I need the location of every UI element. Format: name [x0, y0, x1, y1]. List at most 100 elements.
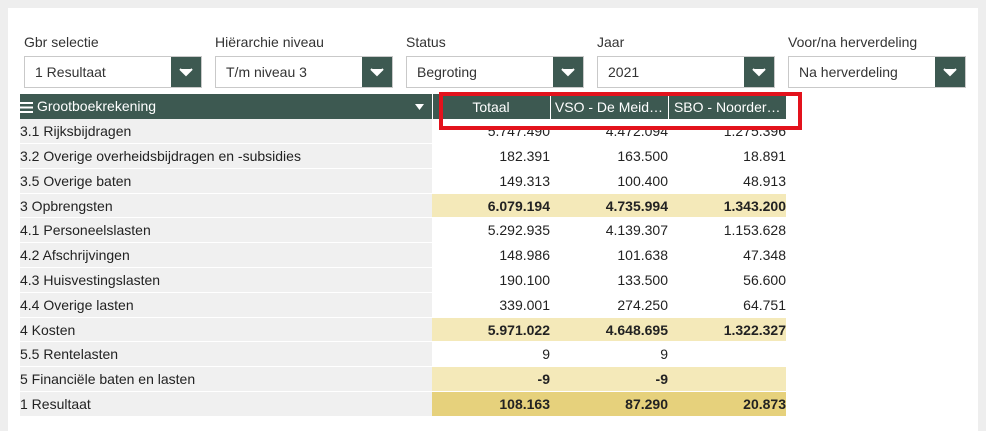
- select-value: Na herverdeling: [799, 64, 898, 80]
- chevron-down-icon: [370, 68, 384, 77]
- filter-label: Jaar: [597, 34, 625, 50]
- row-label: 3.1 Rijksbijdragen: [20, 118, 432, 145]
- row-label: 3 Opbrengsten: [20, 193, 432, 219]
- cell-value: 182.391: [432, 143, 550, 169]
- filter-hierarchie-niveau: Hiërarchie niveau T/m niveau 3: [215, 32, 395, 88]
- cell-value: 1.153.628: [668, 217, 786, 244]
- dropdown-button[interactable]: [935, 57, 965, 87]
- cell-value: 20.873: [668, 391, 786, 417]
- cell-value: 4.648.695: [550, 317, 668, 343]
- table-row: 3.2 Overige overheidsbijdragen en -subsi…: [20, 143, 786, 169]
- row-label: 4.4 Overige lasten: [20, 292, 432, 318]
- cell-value: 100.400: [550, 168, 668, 194]
- table-row: 3.5 Overige baten 149.313 100.400 48.913: [20, 168, 786, 194]
- select-value: T/m niveau 3: [226, 64, 307, 80]
- row-label: 3.2 Overige overheidsbijdragen en -subsi…: [20, 143, 432, 169]
- cell-value: 87.290: [550, 391, 668, 417]
- cell-value: 6.079.194: [432, 193, 550, 219]
- status-select[interactable]: Begroting: [406, 56, 584, 88]
- cell-value: 64.751: [668, 292, 786, 318]
- table-row: 3.1 Rijksbijdragen 5.747.490 4.472.094 1.27…: [20, 118, 786, 145]
- table-row: 4.2 Afschrijvingen 148.986 101.638 47.348: [20, 242, 786, 269]
- table-row: 4.1 Personeelslasten 5.292.935 4.139.307 1.…: [20, 217, 786, 244]
- dropdown-button[interactable]: [744, 57, 774, 87]
- filter-label: Voor/na herverdeling: [788, 34, 918, 50]
- cell-value: 1.322.327: [668, 317, 786, 343]
- chevron-down-icon: [561, 68, 575, 77]
- row-label: 1 Resultaat: [20, 391, 432, 417]
- cell-value: 108.163: [432, 391, 550, 417]
- select-value: Begroting: [417, 64, 477, 80]
- column-header-vso[interactable]: VSO - De Meid…: [549, 94, 668, 119]
- cell-value: 56.600: [668, 267, 786, 293]
- cell-value: 5.971.022: [432, 317, 550, 343]
- chevron-down-icon: [943, 68, 957, 77]
- cell-value: 4.139.307: [550, 217, 668, 244]
- chevron-down-icon: [179, 68, 193, 77]
- row-label: 4 Kosten: [20, 317, 432, 343]
- table-row: 4.4 Overige lasten 339.001 274.250 64.751: [20, 292, 786, 318]
- cell-value: 1.275.396: [668, 118, 786, 145]
- table-row: 4.3 Huisvestingslasten 190.100 133.500 56.6…: [20, 267, 786, 293]
- cell-value: -9: [432, 366, 550, 393]
- pivot-table: Grootboekrekening Totaal VSO - De Meid… …: [20, 94, 786, 417]
- filter-label: Status: [406, 34, 446, 50]
- filter-label: Hiërarchie niveau: [215, 34, 324, 50]
- cell-value: 274.250: [550, 292, 668, 318]
- filter-jaar: Jaar 2021: [597, 32, 777, 88]
- jaar-select[interactable]: 2021: [597, 56, 775, 88]
- subtotal-row: 3 Opbrengsten 6.079.194 4.735.994 1.343.200: [20, 193, 786, 219]
- caret-down-icon[interactable]: [414, 104, 424, 110]
- cell-value: 5.747.490: [432, 118, 550, 145]
- filter-bar: Gbr selectie 1 Resultaat Hiërarchie nive…: [24, 32, 974, 92]
- row-label: 4.3 Huisvestingslasten: [20, 267, 432, 293]
- cell-value: 101.638: [550, 242, 668, 269]
- herverdeling-select[interactable]: Na herverdeling: [788, 56, 966, 88]
- dropdown-button[interactable]: [553, 57, 583, 87]
- grootboekrekening-header[interactable]: Grootboekrekening: [20, 94, 432, 119]
- cell-value: 9: [432, 341, 550, 368]
- column-header-label: Grootboekrekening: [37, 98, 157, 115]
- chevron-down-icon: [752, 68, 766, 77]
- filter-status: Status Begroting: [406, 32, 586, 88]
- row-label: 4.1 Personeelslasten: [20, 217, 432, 244]
- filter-gbr-selectie: Gbr selectie 1 Resultaat: [24, 32, 204, 88]
- menu-icon[interactable]: [20, 102, 33, 114]
- subtotal-row: 4 Kosten 5.971.022 4.648.695 1.322.327: [20, 317, 786, 343]
- filter-herverdeling: Voor/na herverdeling Na herverdeling: [788, 32, 968, 88]
- cell-value: 190.100: [432, 267, 550, 293]
- filter-label: Gbr selectie: [24, 34, 99, 50]
- cell-value: 4.735.994: [550, 193, 668, 219]
- cell-value: 47.348: [668, 242, 786, 269]
- column-header-sbo[interactable]: SBO - Noorder…: [667, 94, 786, 119]
- row-label: 5 Financiële baten en lasten: [20, 366, 432, 393]
- row-label: 4.2 Afschrijvingen: [20, 242, 432, 269]
- cell-value: 133.500: [550, 267, 668, 293]
- cell-value: 148.986: [432, 242, 550, 269]
- cell-value: 339.001: [432, 292, 550, 318]
- subtotal-row: 5 Financiële baten en lasten -9 -9: [20, 366, 786, 393]
- cell-value: [668, 366, 786, 393]
- dropdown-button[interactable]: [362, 57, 392, 87]
- cell-value: 163.500: [550, 143, 668, 169]
- cell-value: 1.343.200: [668, 193, 786, 219]
- gbr-selectie-select[interactable]: 1 Resultaat: [24, 56, 202, 88]
- column-header-totaal[interactable]: Totaal: [431, 94, 550, 119]
- table-header-row: Grootboekrekening Totaal VSO - De Meid… …: [20, 94, 786, 119]
- hierarchie-niveau-select[interactable]: T/m niveau 3: [215, 56, 393, 88]
- total-row: 1 Resultaat 108.163 87.290 20.873: [20, 391, 786, 417]
- cell-value: 18.891: [668, 143, 786, 169]
- row-label: 3.5 Overige baten: [20, 168, 432, 194]
- select-value: 1 Resultaat: [35, 64, 106, 80]
- cell-value: 149.313: [432, 168, 550, 194]
- cell-value: 5.292.935: [432, 217, 550, 244]
- table-row: 5.5 Rentelasten 9 9: [20, 341, 786, 368]
- cell-value: -9: [550, 366, 668, 393]
- cell-value: 9: [550, 341, 668, 368]
- cell-value: 48.913: [668, 168, 786, 194]
- cell-value: [668, 341, 786, 368]
- cell-value: 4.472.094: [550, 118, 668, 145]
- row-label: 5.5 Rentelasten: [20, 341, 432, 368]
- select-value: 2021: [608, 64, 640, 80]
- dropdown-button[interactable]: [171, 57, 201, 87]
